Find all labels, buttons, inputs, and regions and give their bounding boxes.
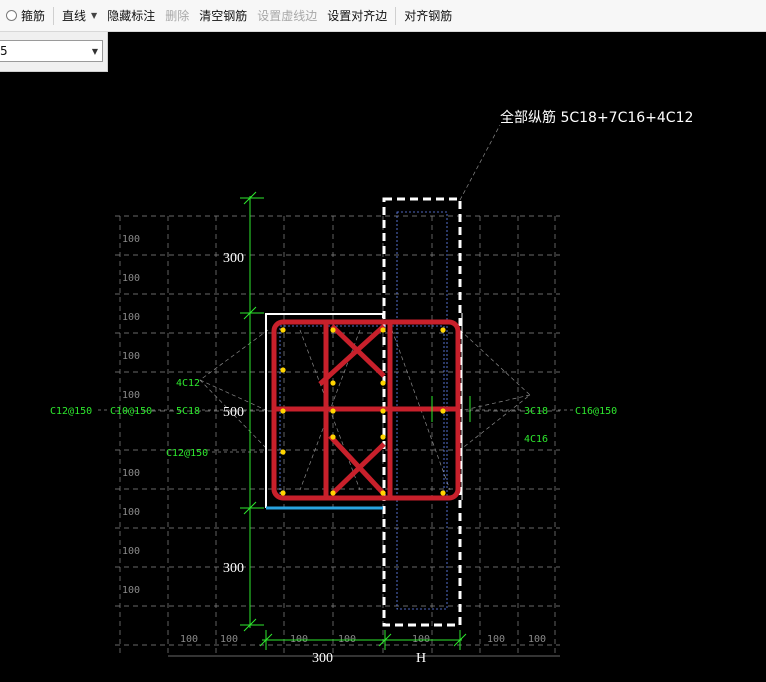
label-4c12: 4C12 (176, 378, 200, 389)
label-c10-150: C10@150 (110, 406, 152, 417)
dim-mid-500: 500 (223, 405, 244, 420)
dim-bottom-300: 300 (223, 561, 244, 576)
grid-label: 100 (122, 546, 140, 557)
label-c12-150-outer: C12@150 (50, 406, 92, 417)
align-rebar-button[interactable]: 对齐钢筋 (399, 0, 457, 32)
line-label: 直线 (62, 9, 87, 23)
grid-label: 100 (122, 585, 140, 596)
grid-label: 100 (122, 468, 140, 479)
hide-annotation-button[interactable]: 隐藏标注 (102, 0, 160, 32)
column-outline (265, 197, 463, 627)
toolbar-divider (395, 6, 397, 25)
grid-label: 100 (220, 634, 238, 645)
value-combobox[interactable]: 5 ▼ (0, 40, 103, 62)
grid-label: 100 (122, 312, 140, 323)
toolbar: 箍筋 直线 ▼ 隐藏标注 删除 清空钢筋 设置虚线边 设置对齐边 对齐钢筋 (0, 0, 766, 32)
delete-button[interactable]: 删除 (160, 0, 194, 32)
label-3c18: 3C18 (524, 406, 548, 417)
line-dropdown[interactable]: 直线 ▼ (57, 0, 102, 32)
grid (115, 215, 560, 655)
clear-rebar-button[interactable]: 清空钢筋 (194, 0, 252, 32)
stirrup-label: 箍筋 (21, 9, 46, 23)
grid-label: 100 (180, 634, 198, 645)
rebar-summary-label: 全部纵筋 5C18+7C16+4C12 (500, 109, 693, 126)
grid-label: 100 (122, 351, 140, 362)
dim-h: H (416, 651, 426, 666)
rebar-stirrups (271, 319, 461, 501)
cad-canvas[interactable]: 100 100 100 100 100 100 100 100 100 100 … (0, 72, 766, 682)
grid-label: 100 (528, 634, 546, 645)
grid-label: 100 (122, 234, 140, 245)
dim-top-300: 300 (223, 251, 244, 266)
grid-label: 100 (122, 390, 140, 401)
stirrup-radio[interactable]: 箍筋 (0, 0, 50, 32)
set-align-edge-button[interactable]: 设置对齐边 (322, 0, 392, 32)
grid-label: 100 (487, 634, 505, 645)
toolbar-divider (53, 6, 55, 25)
chevron-down-icon[interactable]: ▼ (88, 47, 102, 56)
label-c16-150: C16@150 (575, 406, 617, 417)
radio-icon[interactable] (6, 10, 17, 21)
label-c12-150-lower: C12@150 (166, 448, 208, 459)
dim-width-300: 300 (312, 651, 333, 666)
label-5c18: 5C18 (176, 406, 200, 417)
grid-label: 100 (122, 507, 140, 518)
grid-label: 100 (122, 273, 140, 284)
label-4c16: 4C16 (524, 434, 548, 445)
combo-value: 5 (0, 44, 8, 58)
set-dashed-edge-button[interactable]: 设置虚线边 (252, 0, 322, 32)
caret-down-icon: ▼ (91, 11, 98, 20)
combo-panel: 5 ▼ (0, 32, 108, 72)
